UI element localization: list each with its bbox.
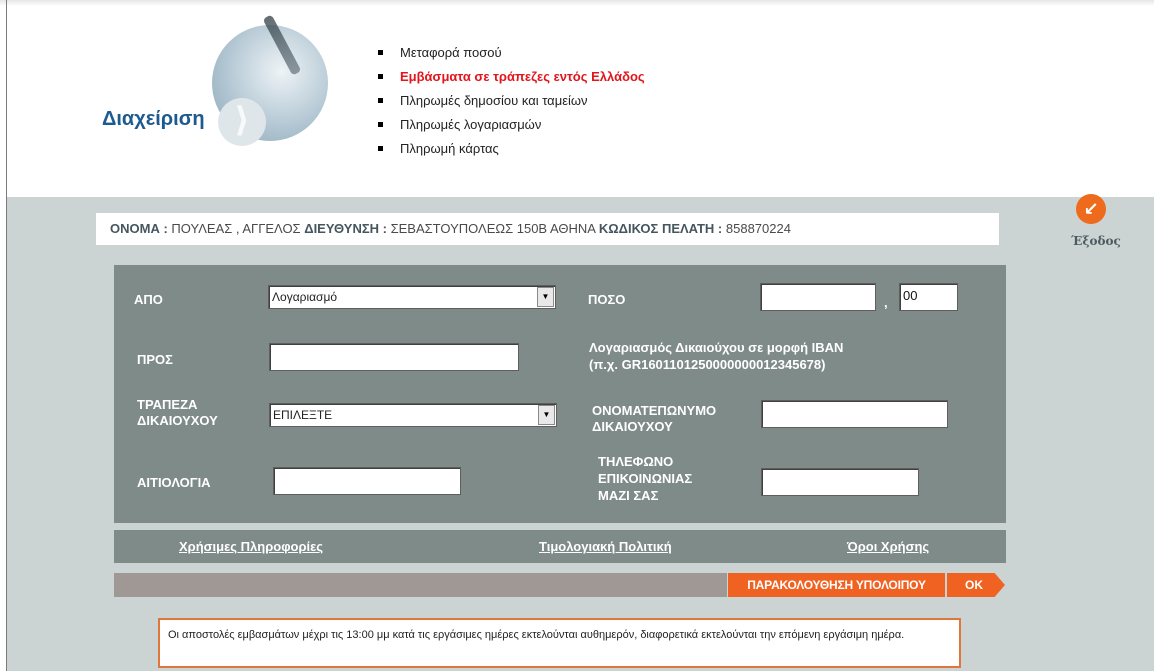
iban-label: Λογαριασμός Δικαιούχου σε μορφή IBAN [589, 340, 844, 355]
beneficiary-label-line2: ΔΙΚΑΙΟΥΧΟΥ [592, 419, 673, 434]
menu-item-bill-payments[interactable]: Πληρωμές λογαριασμών [376, 117, 645, 141]
menu-item-transfer[interactable]: Μεταφορά ποσού [376, 45, 645, 69]
reason-label: ΑΙΤΙΟΛΟΓΙΑ [137, 475, 211, 490]
menu-item-domestic-remittances[interactable]: Εμβάσματα σε τράπεζες εντός Ελλάδος [376, 69, 645, 93]
ok-button[interactable]: OK [947, 573, 1005, 597]
beneficiary-name-input[interactable] [761, 400, 948, 428]
phone-label-line2: ΕΠΙΚΟΙΝΩΝΙΑΣ [598, 471, 693, 486]
iban-example: (π.χ. GR1601101250000000012345678) [589, 357, 826, 372]
to-label: ΠΡΟΣ [137, 352, 173, 367]
from-label: ΑΠΟ [134, 292, 163, 307]
bank-label-line2: ΔΙΚΑΙΟΥΧΟΥ [137, 413, 218, 428]
exit-icon[interactable]: ↙ [1076, 194, 1106, 224]
logo-arrow-icon: ⟩ [218, 98, 266, 146]
address-label: ΔΙΕΥΘΥΝΣΗ : [304, 221, 387, 236]
cutoff-notice: Οι αποστολές εμβασμάτων μέχρι τις 13:00 … [158, 618, 961, 668]
from-account-selected: Λογαριασμό [272, 290, 338, 304]
from-account-select[interactable]: Λογαριασμό ▼ [268, 285, 556, 309]
iban-input[interactable] [269, 343, 519, 371]
amount-decimal-input[interactable]: 00 [899, 283, 958, 311]
customer-info-bar: ΟΝΟΜΑ : ΠΟΥΛΕΑΣ , ΑΓΓΕΛΟΣ ΔΙΕΥΘΥΝΣΗ : ΣΕ… [96, 213, 999, 245]
address-value: ΣΕΒΑΣΤΟΥΠΟΛΕΩΣ 150Β ΑΘΗΝΑ [390, 221, 596, 236]
phone-label-line3: ΜΑΖΙ ΣΑΣ [598, 488, 659, 503]
menu-item-card-payment[interactable]: Πληρωμή κάρτας [376, 141, 645, 165]
reason-input[interactable] [273, 467, 461, 495]
info-links-bar: Χρήσιμες Πληροφορίες Τιμολογιακή Πολιτικ… [114, 530, 1006, 563]
section-title: Διαχείριση [102, 108, 205, 130]
terms-of-use-link[interactable]: Όροι Χρήσης [847, 539, 929, 554]
action-bar [114, 573, 727, 597]
amount-label: ΠΟΣΟ [588, 292, 626, 307]
menu-item-public-payments[interactable]: Πληρωμές δημοσίου και ταμείων [376, 93, 645, 117]
bank-label: ΤΡΑΠΕΖΑ [137, 397, 198, 412]
service-menu: Μεταφορά ποσού Εμβάσματα σε τράπεζες εντ… [376, 45, 645, 165]
name-label: ΟΝΟΜΑ : [110, 221, 168, 236]
name-value: ΠΟΥΛΕΑΣ , ΑΓΓΕΛΟΣ [171, 221, 301, 236]
bank-select[interactable]: ΕΠΙΛΕΞΤΕ ▼ [269, 403, 557, 427]
chevron-down-icon[interactable]: ▼ [537, 287, 554, 307]
decimal-separator: , [884, 295, 888, 310]
chevron-down-icon[interactable]: ▼ [538, 405, 555, 425]
pricing-policy-link[interactable]: Τιμολογιακή Πολιτική [539, 539, 672, 554]
track-balance-button[interactable]: ΠΑΡΑΚΟΛΟΥΘΗΣΗ ΥΠΟΛΟΙΠΟΥ [728, 573, 945, 597]
phone-input[interactable] [761, 468, 919, 496]
remittance-form: ΑΠΟ Λογαριασμό ▼ ΠΟΣΟ , 00 ΠΡΟΣ Λογαριασ… [114, 265, 1006, 523]
useful-info-link[interactable]: Χρήσιμες Πληροφορίες [179, 539, 323, 554]
customer-code-label: ΚΩΔΙΚΟΣ ΠΕΛΑΤΗ : [598, 221, 723, 236]
amount-integer-input[interactable] [760, 283, 876, 311]
exit-link[interactable]: Έξοδος [1071, 234, 1121, 248]
bank-selected: ΕΠΙΛΕΞΤΕ [273, 408, 333, 422]
top-shadow [0, 0, 1154, 6]
phone-label: ΤΗΛΕΦΩΝΟ [598, 454, 674, 469]
beneficiary-label: ΟΝΟΜΑΤΕΠΩΝΥΜΟ [592, 403, 717, 418]
customer-code-value: 858870224 [725, 221, 791, 236]
